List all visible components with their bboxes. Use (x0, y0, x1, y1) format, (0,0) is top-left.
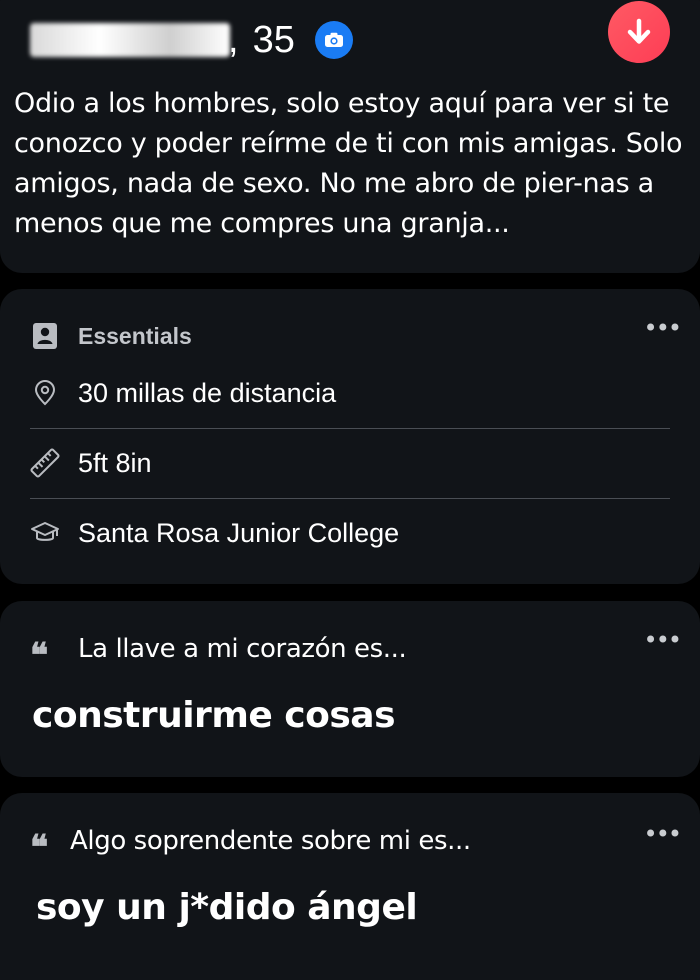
prompt-answer: soy un j*dido ángel (36, 887, 418, 928)
age: 35 (252, 18, 295, 61)
school-row: Santa Rosa Junior College (30, 503, 670, 563)
camera-icon[interactable] (314, 21, 353, 59)
essentials-card: ••• Essentials 30 millas de distancia 5f… (0, 289, 700, 584)
location-pin-icon (30, 378, 60, 408)
height-text: 5ft 8in (78, 447, 152, 478)
prompt-answer: construirme cosas (32, 695, 396, 736)
more-dots-icon[interactable]: ••• (644, 822, 682, 846)
prompt-question-row: ❝ Algo soprendente sobre mi es... (30, 817, 471, 865)
prompt-question: La llave a mi corazón es... (78, 634, 407, 664)
bio-text: Odio a los hombres, solo estoy aquí para… (14, 88, 683, 239)
ruler-icon (30, 448, 60, 478)
redacted-name (30, 23, 230, 57)
quote-icon: ❝ (30, 828, 49, 868)
essentials-header: Essentials (30, 306, 670, 366)
height-row: 5ft 8in (30, 433, 670, 493)
arrow-down-icon[interactable] (608, 1, 670, 63)
name-age-row: , 35 (30, 10, 353, 70)
distance-row: 30 millas de distancia (30, 363, 670, 423)
divider (30, 498, 670, 499)
distance-text: 30 millas de distancia (78, 377, 337, 408)
prompt-question: Algo soprendente sobre mi es... (70, 826, 471, 856)
graduation-cap-icon (30, 518, 60, 548)
id-badge-icon (30, 321, 60, 351)
quote-icon: ❝ (30, 636, 49, 676)
prompt-question-row: ❝ La llave a mi corazón es... (30, 625, 407, 676)
prompt-card: ••• ❝ La llave a mi corazón es... constr… (0, 601, 700, 777)
prompt-card: ••• ❝ Algo soprendente sobre mi es... so… (0, 793, 700, 980)
essentials-title: Essentials (78, 322, 192, 349)
divider (30, 428, 670, 429)
bio-card: , 35 Odio a los hombres, solo estoy aquí… (0, 0, 700, 273)
more-dots-icon[interactable]: ••• (644, 628, 682, 652)
school-text: Santa Rosa Junior College (78, 517, 400, 548)
